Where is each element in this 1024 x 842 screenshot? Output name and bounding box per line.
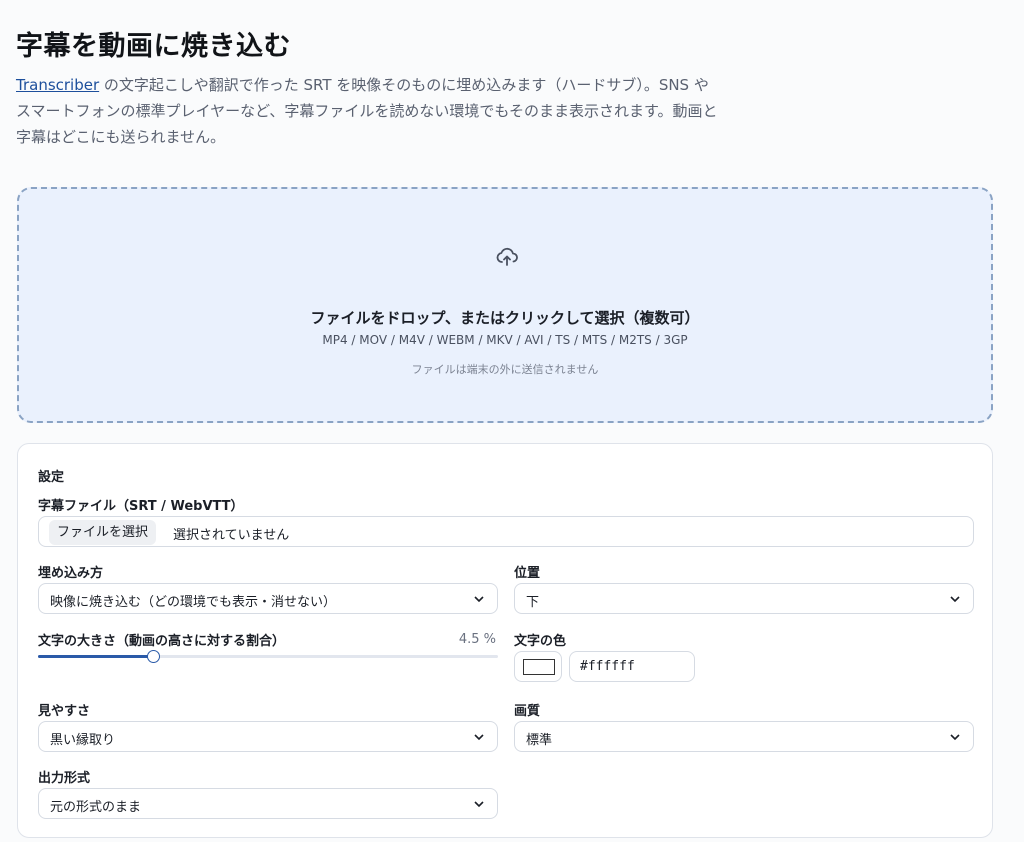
position-select[interactable]: 下 xyxy=(514,583,974,614)
chevron-down-icon xyxy=(474,801,484,808)
quality-label: 画質 xyxy=(514,704,541,719)
chevron-down-icon xyxy=(950,734,960,741)
choose-file-button[interactable]: ファイルを選択 xyxy=(49,520,157,545)
intro-text: Transcriber の文字起こしや翻訳で作った SRT を映像そのものに埋め… xyxy=(16,72,776,150)
font-size-label: 文字の大きさ（動画の高さに対する割合） xyxy=(38,634,286,649)
file-dropzone[interactable]: ファイルをドロップ、またはクリックして選択（複数可） MP4 / MOV / M… xyxy=(17,187,993,423)
chevron-down-icon xyxy=(950,596,960,603)
subtitle-file-label: 字幕ファイル（SRT / WebVTT） xyxy=(38,499,244,514)
text-color-picker[interactable] xyxy=(514,651,562,682)
slider-fill xyxy=(38,655,153,658)
dropzone-formats: MP4 / MOV / M4V / WEBM / MKV / AVI / TS … xyxy=(322,333,688,347)
output-format-value: 元の形式のまま xyxy=(50,800,142,815)
intro-line-3: 字幕はどこにも送られません。 xyxy=(16,128,226,146)
color-swatch xyxy=(523,659,555,675)
embed-method-value: 映像に焼き込む（どの環境でも表示・消せない） xyxy=(50,595,337,610)
file-status-text: 選択されていません xyxy=(173,528,290,543)
position-value: 下 xyxy=(526,595,540,610)
font-size-value: 4.5 % xyxy=(458,632,496,647)
chevron-down-icon xyxy=(474,734,484,741)
settings-heading: 設定 xyxy=(38,470,65,485)
cloud-upload-icon xyxy=(496,247,518,266)
visibility-value: 黒い縁取り xyxy=(50,733,116,748)
font-size-slider[interactable] xyxy=(38,650,498,663)
intro-line-1: の文字起こしや翻訳で作った SRT を映像そのものに埋め込みます（ハードサブ）。… xyxy=(99,76,709,94)
dropzone-privacy-note: ファイルは端末の外に送信されません xyxy=(411,363,599,376)
output-format-select[interactable]: 元の形式のまま xyxy=(38,788,498,819)
embed-method-label: 埋め込み方 xyxy=(38,566,104,581)
embed-method-select[interactable]: 映像に焼き込む（どの環境でも表示・消せない） xyxy=(38,583,498,614)
subtitle-file-input[interactable]: ファイルを選択 選択されていません xyxy=(38,516,974,547)
position-label: 位置 xyxy=(514,566,541,581)
visibility-select[interactable]: 黒い縁取り xyxy=(38,721,498,752)
slider-thumb[interactable] xyxy=(147,650,160,663)
intro-line-2: スマートフォンの標準プレイヤーなど、字幕ファイルを読めない環境でもそのまま表示さ… xyxy=(16,102,718,120)
text-color-hex-input[interactable]: #ffffff xyxy=(569,651,695,682)
text-color-label: 文字の色 xyxy=(514,634,567,649)
visibility-label: 見やすさ xyxy=(38,704,91,719)
chevron-down-icon xyxy=(474,596,484,603)
transcriber-link[interactable]: Transcriber xyxy=(16,76,99,94)
output-format-label: 出力形式 xyxy=(38,771,91,786)
quality-value: 標準 xyxy=(526,733,553,748)
quality-select[interactable]: 標準 xyxy=(514,721,974,752)
page-title: 字幕を動画に焼き込む xyxy=(16,31,291,62)
dropzone-title: ファイルをドロップ、またはクリックして選択（複数可） xyxy=(310,309,700,327)
settings-panel: 設定 字幕ファイル（SRT / WebVTT） ファイルを選択 選択されていませ… xyxy=(17,443,993,838)
